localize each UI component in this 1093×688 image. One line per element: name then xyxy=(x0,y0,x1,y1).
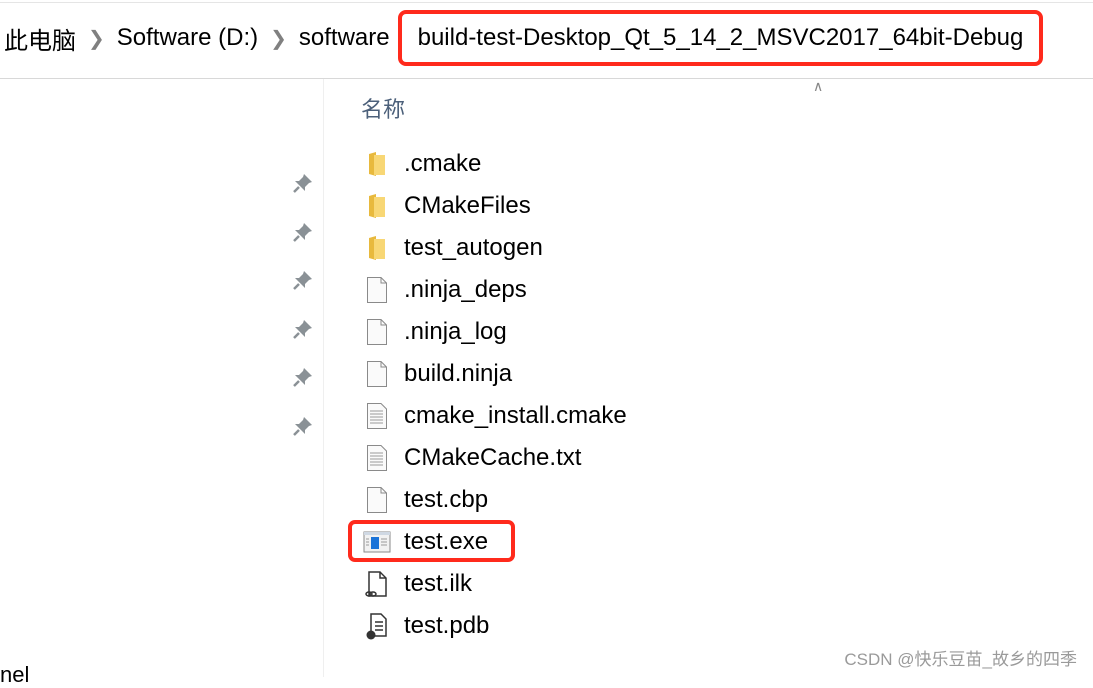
pin-icon[interactable] xyxy=(292,415,314,437)
file-name: build.ninja xyxy=(404,360,513,387)
pin-icon[interactable] xyxy=(292,221,314,243)
file-list-item[interactable]: test.cbp xyxy=(362,480,488,520)
column-header-name[interactable]: 名称 xyxy=(361,92,405,124)
breadcrumb: 此电脑 ❯ Software (D:) ❯ software build-tes… xyxy=(0,6,1093,70)
folder-icon xyxy=(362,191,392,221)
file-name: CMakeFiles xyxy=(404,192,531,219)
text-file-icon xyxy=(362,401,392,431)
file-list-item[interactable]: CMakeFiles xyxy=(362,186,531,226)
breadcrumb-drive[interactable]: Software (D:) xyxy=(113,24,262,52)
pane-divider[interactable] xyxy=(323,79,324,677)
file-list-item[interactable]: test_autogen xyxy=(362,228,543,268)
file-name: .ninja_log xyxy=(404,318,507,345)
divider xyxy=(0,78,1093,79)
folder-icon xyxy=(362,233,392,263)
file-list-item[interactable]: cmake_install.cmake xyxy=(362,396,627,436)
pin-icon[interactable] xyxy=(292,269,314,291)
file-name: test.cbp xyxy=(404,486,489,513)
breadcrumb-folder[interactable]: software xyxy=(295,24,394,52)
file-name: test_autogen xyxy=(404,234,543,261)
breadcrumb-current-folder[interactable]: build-test-Desktop_Qt_5_14_2_MSVC2017_64… xyxy=(397,10,1044,66)
file-name: test.ilk xyxy=(404,570,473,597)
file-list-item[interactable]: .cmake xyxy=(362,144,481,184)
file-list-item[interactable]: build.ninja xyxy=(362,354,512,394)
file-list-item[interactable]: .ninja_deps xyxy=(362,270,527,310)
file-icon xyxy=(362,485,392,515)
folder-icon xyxy=(362,149,392,179)
file-name: test.pdb xyxy=(404,612,490,639)
file-name: CMakeCache.txt xyxy=(404,444,582,471)
file-list-item[interactable]: test.pdb xyxy=(362,606,489,646)
link-file-icon xyxy=(362,569,392,599)
pin-icon[interactable] xyxy=(292,172,314,194)
chevron-right-icon[interactable]: ❯ xyxy=(80,26,113,51)
text-file-icon xyxy=(362,443,392,473)
file-icon xyxy=(362,275,392,305)
pin-icon[interactable] xyxy=(292,318,314,340)
top-border xyxy=(0,2,1093,3)
file-icon xyxy=(362,359,392,389)
watermark: CSDN @快乐豆苗_故乡的四季 xyxy=(844,650,1077,669)
breadcrumb-this-pc[interactable]: 此电脑 xyxy=(0,21,80,56)
sort-ascending-icon: ∧ xyxy=(813,78,824,94)
nav-item-truncated[interactable]: nel xyxy=(0,662,29,688)
file-list-item[interactable]: test.ilk xyxy=(362,564,472,604)
file-name: cmake_install.cmake xyxy=(404,402,627,429)
pdb-file-icon xyxy=(362,611,392,641)
file-list-item[interactable]: .ninja_log xyxy=(362,312,507,352)
file-icon xyxy=(362,317,392,347)
highlight-box xyxy=(348,520,515,562)
file-name: .cmake xyxy=(404,150,482,177)
chevron-right-icon[interactable]: ❯ xyxy=(262,26,295,51)
file-list-item[interactable]: CMakeCache.txt xyxy=(362,438,581,478)
file-name: .ninja_deps xyxy=(404,276,527,303)
pin-icon[interactable] xyxy=(292,366,314,388)
